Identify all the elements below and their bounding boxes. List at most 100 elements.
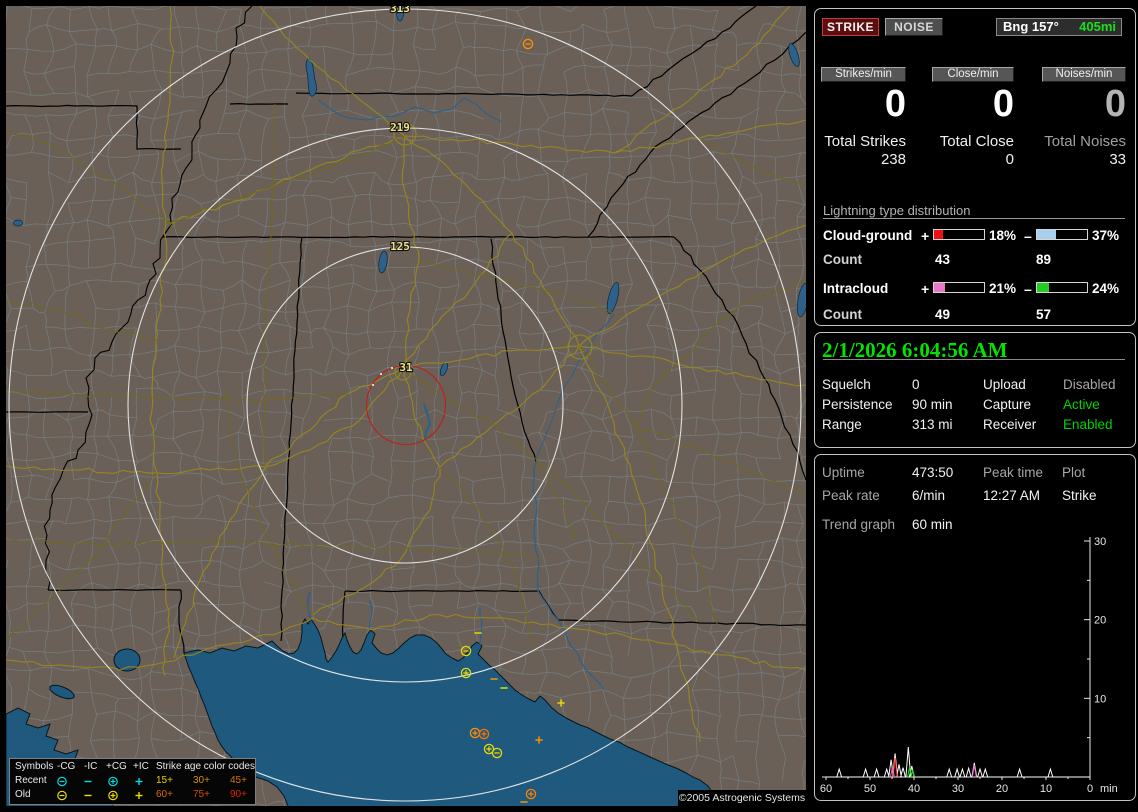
svg-text:50: 50 — [864, 783, 876, 795]
svg-text:0: 0 — [1087, 783, 1093, 795]
noises-per-min-header[interactable]: Noises/min — [1042, 67, 1126, 82]
ring-label-125: 125 — [390, 240, 410, 253]
uptime-value: 473:50 — [912, 465, 954, 480]
trend-graph-value: 60 min — [912, 517, 953, 532]
peak-rate-label: Peak rate — [822, 488, 880, 503]
cg-plus-count: 43 — [935, 252, 951, 267]
strike-mode-button[interactable]: STRIKE — [822, 18, 879, 36]
capture-value: Active — [1063, 397, 1100, 412]
map-canvas[interactable]: 313 219 125 31 — [6, 6, 806, 806]
cg-minus-count: 89 — [1036, 252, 1052, 267]
total-strikes-label: Total Strikes — [824, 133, 906, 150]
total-noises-value: 33 — [1109, 151, 1126, 168]
close-per-min-header[interactable]: Close/min — [932, 67, 1014, 82]
distribution-title: Lightning type distribution — [823, 203, 971, 218]
cg-minus-percent: 37% — [1092, 228, 1120, 243]
receiver-value: Enabled — [1063, 417, 1113, 432]
legend-age-45: 45+ — [230, 775, 247, 786]
upload-value: Disabled — [1063, 377, 1116, 392]
svg-text:30: 30 — [952, 783, 964, 795]
cloud-ground-label: Cloud-ground — [823, 228, 913, 243]
peak-time-label: Peak time — [983, 465, 1044, 480]
bearing-value: Bng 157° — [1003, 19, 1059, 34]
counters-panel: STRIKE NOISE Bng 157° 405mi Strikes/min … — [814, 8, 1136, 326]
legend-age-60: 60+ — [156, 789, 173, 800]
noise-mode-button[interactable]: NOISE — [885, 18, 943, 36]
squelch-label: Squelch — [822, 377, 871, 392]
count-label: Count — [823, 252, 862, 267]
ic-plus-bar — [933, 282, 985, 293]
bearing-distance-readout: Bng 157° 405mi — [996, 18, 1122, 36]
legend-age-75: 75+ — [193, 789, 210, 800]
svg-text:10: 10 — [1094, 693, 1106, 705]
legend-col-ic-plus: +IC — [133, 761, 149, 772]
plus-sign: + — [921, 281, 930, 297]
svg-text:60: 60 — [820, 783, 832, 795]
ic-minus-percent: 24% — [1092, 281, 1120, 296]
svg-text:20: 20 — [996, 783, 1008, 795]
strikes-rate-value: 0 — [884, 83, 906, 125]
noises-rate-value: 0 — [1104, 83, 1126, 125]
count-label: Count — [823, 307, 862, 322]
cg-minus-bar — [1036, 229, 1088, 240]
range-value: 313 mi — [912, 417, 953, 432]
legend-old-label: Old — [15, 789, 31, 800]
uptime-label: Uptime — [822, 465, 865, 480]
status-divider — [823, 359, 1125, 360]
persistence-label: Persistence — [822, 397, 893, 412]
peak-time-value: 12:27 AM — [983, 488, 1041, 503]
lightning-map[interactable]: 313 219 125 31 Symbols -CG -IC +CG +IC Stri… — [6, 6, 806, 806]
svg-text:10: 10 — [1040, 783, 1052, 795]
receiver-label: Receiver — [983, 417, 1037, 432]
legend-col-ic-minus: -IC — [84, 761, 98, 772]
svg-text:20: 20 — [1094, 615, 1106, 627]
trend-x-ticks: 60 50 40 30 20 10 0 min — [820, 777, 1118, 795]
peak-rate-row: Peak rate 6/min 12:27 AM Strike — [822, 488, 1128, 503]
total-strikes-value: 238 — [880, 151, 906, 168]
ic-minus-count: 57 — [1036, 307, 1052, 322]
legend-recent-label: Recent — [15, 775, 47, 786]
copyright-bar: ©2005 Astrogenic Systems — [678, 790, 806, 806]
ic-minus-bar — [1036, 282, 1088, 293]
close-rate-value: 0 — [992, 83, 1014, 125]
trend-y-ticks: 10 20 30 — [1084, 536, 1106, 739]
ring-label-219: 219 — [390, 121, 410, 134]
cg-plus-percent: 18% — [989, 228, 1017, 243]
trend-graph-chart: 10 20 30 60 50 40 30 20 10 0 min — [820, 536, 1118, 795]
ring-label-31: 31 — [399, 361, 413, 374]
strikes-per-min-header[interactable]: Strikes/min — [821, 67, 906, 82]
map-legend: Symbols -CG -IC +CG +IC Strike age color… — [9, 758, 256, 805]
persistence-row: Persistence 90 min Capture Active — [822, 397, 1128, 412]
range-label: Range — [822, 417, 862, 432]
legend-age-title: Strike age color codes — [156, 761, 255, 772]
total-close-value: 0 — [1005, 151, 1014, 168]
ic-plus-percent: 21% — [989, 281, 1017, 296]
legend-age-90: 90+ — [230, 789, 247, 800]
peak-rate-value: 6/min — [912, 488, 946, 503]
svg-text:40: 40 — [908, 783, 920, 795]
persistence-value: 90 min — [912, 397, 953, 412]
intracloud-label: Intracloud — [823, 281, 889, 296]
trend-graph-row: Trend graph 60 min — [822, 517, 1128, 532]
legend-symbols-label: Symbols — [15, 761, 54, 772]
legend-col-cg-minus: -CG — [57, 761, 76, 772]
status-panel: 2/1/2026 6:04:56 AM Squelch 0 Upload Dis… — [814, 332, 1136, 448]
svg-text:30: 30 — [1094, 536, 1106, 548]
ic-plus-count: 49 — [935, 307, 951, 322]
svg-text:min: min — [1100, 783, 1118, 795]
cloud-ground-row: Cloud-ground + 18% – 37% — [823, 228, 1127, 244]
plus-sign: + — [921, 228, 930, 244]
squelch-row: Squelch 0 Upload Disabled — [822, 377, 1128, 392]
legend-col-cg-plus: +CG — [106, 761, 127, 772]
total-noises-label: Total Noises — [1044, 133, 1126, 150]
squelch-value: 0 — [912, 377, 920, 392]
trend-series-strikes-total — [826, 747, 1090, 778]
nexstorm-window: 313 219 125 31 Symbols -CG -IC +CG +IC Stri… — [0, 0, 1138, 812]
distribution-divider — [823, 218, 1125, 219]
intracloud-count-row: Count 49 57 — [823, 307, 1127, 322]
stats-panel: Uptime 473:50 Peak time Plot Peak rate 6… — [814, 454, 1136, 801]
total-close-label: Total Close — [939, 133, 1014, 150]
distance-value: 405mi — [1079, 19, 1116, 34]
minus-sign: – — [1024, 228, 1032, 244]
plot-label: Plot — [1062, 465, 1086, 480]
